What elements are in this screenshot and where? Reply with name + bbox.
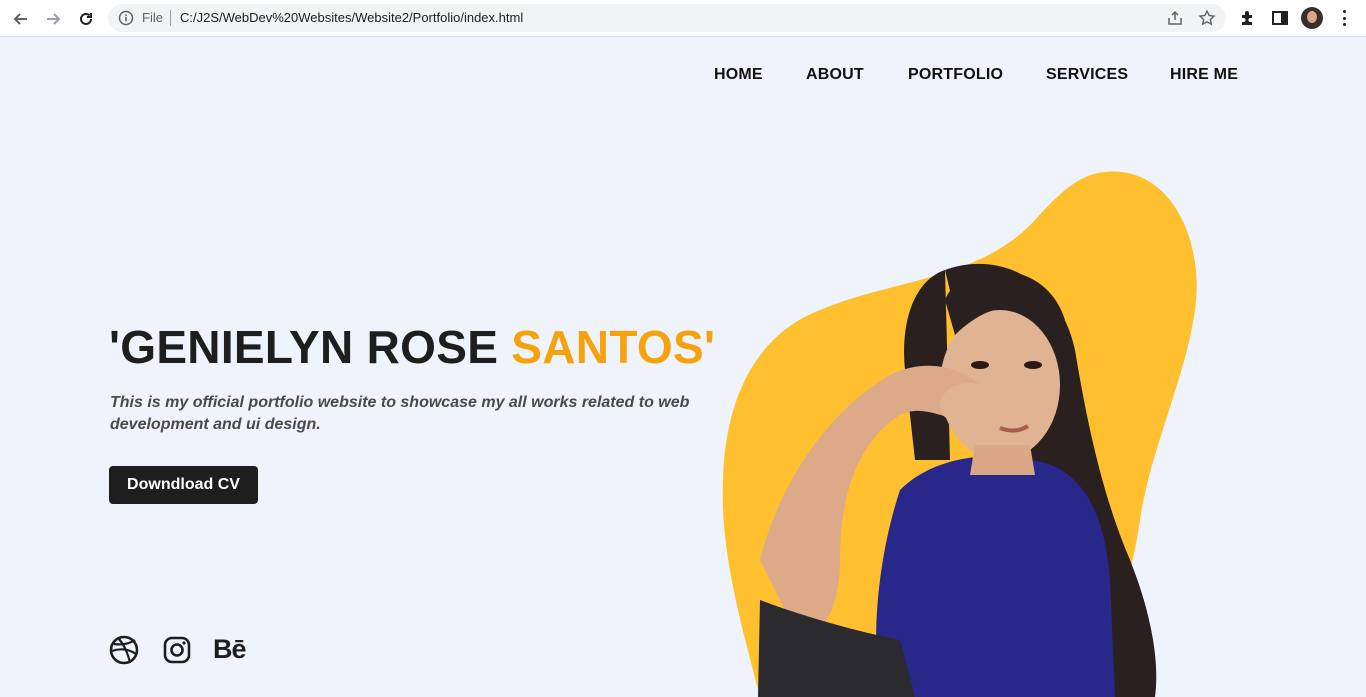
instagram-icon[interactable]: [162, 635, 192, 665]
share-icon[interactable]: [1166, 9, 1184, 27]
nav-about[interactable]: ABOUT: [806, 66, 864, 84]
back-button[interactable]: [8, 6, 34, 32]
address-bar[interactable]: File C:/J2S/WebDev%20Websites/Website2/P…: [108, 4, 1226, 32]
forward-arrow-icon: [47, 13, 61, 25]
star-icon[interactable]: [1198, 9, 1216, 27]
hero-description: This is my official portfolio website to…: [110, 394, 690, 433]
hero-title-accent: SANTOS': [511, 321, 716, 373]
hero-title: 'GENIELYN ROSE SANTOS': [109, 320, 715, 374]
hero-title-main: 'GENIELYN ROSE: [109, 321, 512, 373]
nav-portfolio[interactable]: PORTFOLIO: [908, 66, 1003, 84]
back-arrow-icon: [13, 13, 27, 25]
info-icon[interactable]: [118, 10, 134, 26]
dribbble-icon[interactable]: [109, 635, 139, 665]
url-text[interactable]: C:/J2S/WebDev%20Websites/Website2/Portfo…: [180, 10, 523, 25]
more-menu-icon[interactable]: [1336, 8, 1352, 28]
file-label: File: [142, 10, 163, 25]
reload-button[interactable]: [73, 6, 99, 32]
portrait-shirt: [876, 456, 1115, 697]
behance-icon[interactable]: Bē: [213, 634, 247, 665]
forward-button[interactable]: [40, 6, 66, 32]
nav-home[interactable]: HOME: [714, 66, 763, 84]
address-divider: [170, 10, 171, 26]
browser-toolbar: File C:/J2S/WebDev%20Websites/Website2/P…: [0, 0, 1366, 37]
nav-services[interactable]: SERVICES: [1046, 66, 1128, 84]
extensions-icon[interactable]: [1238, 8, 1258, 28]
profile-avatar[interactable]: [1301, 7, 1323, 29]
avatar-face: [1307, 11, 1317, 23]
hero-portrait: [722, 171, 1197, 697]
download-cv-button[interactable]: Downdload CV: [109, 466, 258, 504]
reload-icon: [80, 12, 92, 25]
side-panel-icon[interactable]: [1270, 8, 1290, 28]
nav-hire-me[interactable]: HIRE ME: [1170, 66, 1238, 84]
